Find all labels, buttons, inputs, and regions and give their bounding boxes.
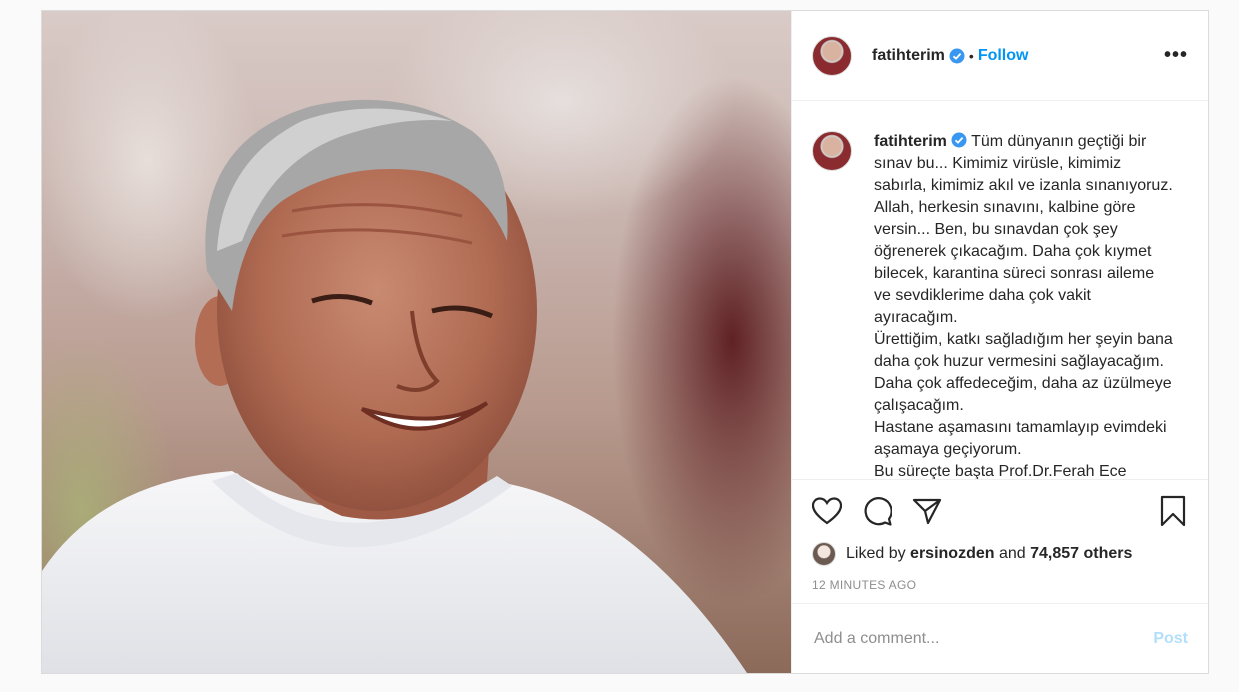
liked-by-prefix: Liked by (846, 545, 906, 562)
liked-by-user[interactable]: ersinozden (910, 545, 994, 563)
caption-section: fatihterim Tüm dünyanın geçtiği bir sına… (792, 101, 1208, 479)
caption-username[interactable]: fatihterim (874, 133, 947, 150)
caption-body: Tüm dünyanın geçtiği bir sınav bu... Kim… (874, 133, 1173, 479)
header-separator: • (968, 47, 974, 64)
author-username[interactable]: fatihterim (872, 47, 945, 65)
post-comment-button[interactable]: Post (1153, 630, 1188, 648)
comment-bubble-icon (864, 497, 892, 526)
post-timestamp[interactable]: 12 minutes ago (792, 578, 1208, 592)
verified-badge-icon (951, 132, 967, 148)
verified-badge-icon (949, 48, 965, 63)
comment-input[interactable] (812, 628, 1154, 649)
likes-summary: Liked by ersinozden and 74,857 others (792, 542, 1208, 566)
comment-bar: Post (792, 603, 1208, 673)
post-actions: Liked by ersinozden and 74,857 others 12… (792, 479, 1208, 673)
follow-button[interactable]: Follow (978, 47, 1029, 65)
post-card: fatihterim • Follow ••• fatihterim Tüm d… (41, 10, 1209, 674)
action-icons (792, 480, 1208, 542)
author-avatar[interactable] (812, 35, 852, 76)
caption-row: fatihterim Tüm dünyanın geçtiği bir sına… (812, 131, 1188, 479)
post-photo[interactable] (42, 11, 791, 673)
share-button[interactable] (910, 494, 944, 528)
post-photo-illustration (42, 99, 747, 673)
more-options-button[interactable]: ••• (1164, 44, 1188, 67)
post-sidebar: fatihterim • Follow ••• fatihterim Tüm d… (791, 11, 1208, 673)
paper-plane-icon (912, 498, 942, 525)
likes-count[interactable]: 74,857 others (1030, 545, 1132, 563)
like-button[interactable] (810, 494, 844, 528)
post-header: fatihterim • Follow ••• (792, 11, 1208, 101)
liker-avatar[interactable] (812, 542, 836, 566)
comment-button[interactable] (860, 494, 894, 528)
liked-by-and: and (998, 545, 1026, 562)
bookmark-icon (1160, 495, 1186, 527)
caption-avatar[interactable] (812, 131, 852, 171)
heart-icon (812, 497, 842, 525)
save-button[interactable] (1156, 494, 1190, 528)
caption-text: fatihterim Tüm dünyanın geçtiği bir sına… (874, 131, 1174, 479)
